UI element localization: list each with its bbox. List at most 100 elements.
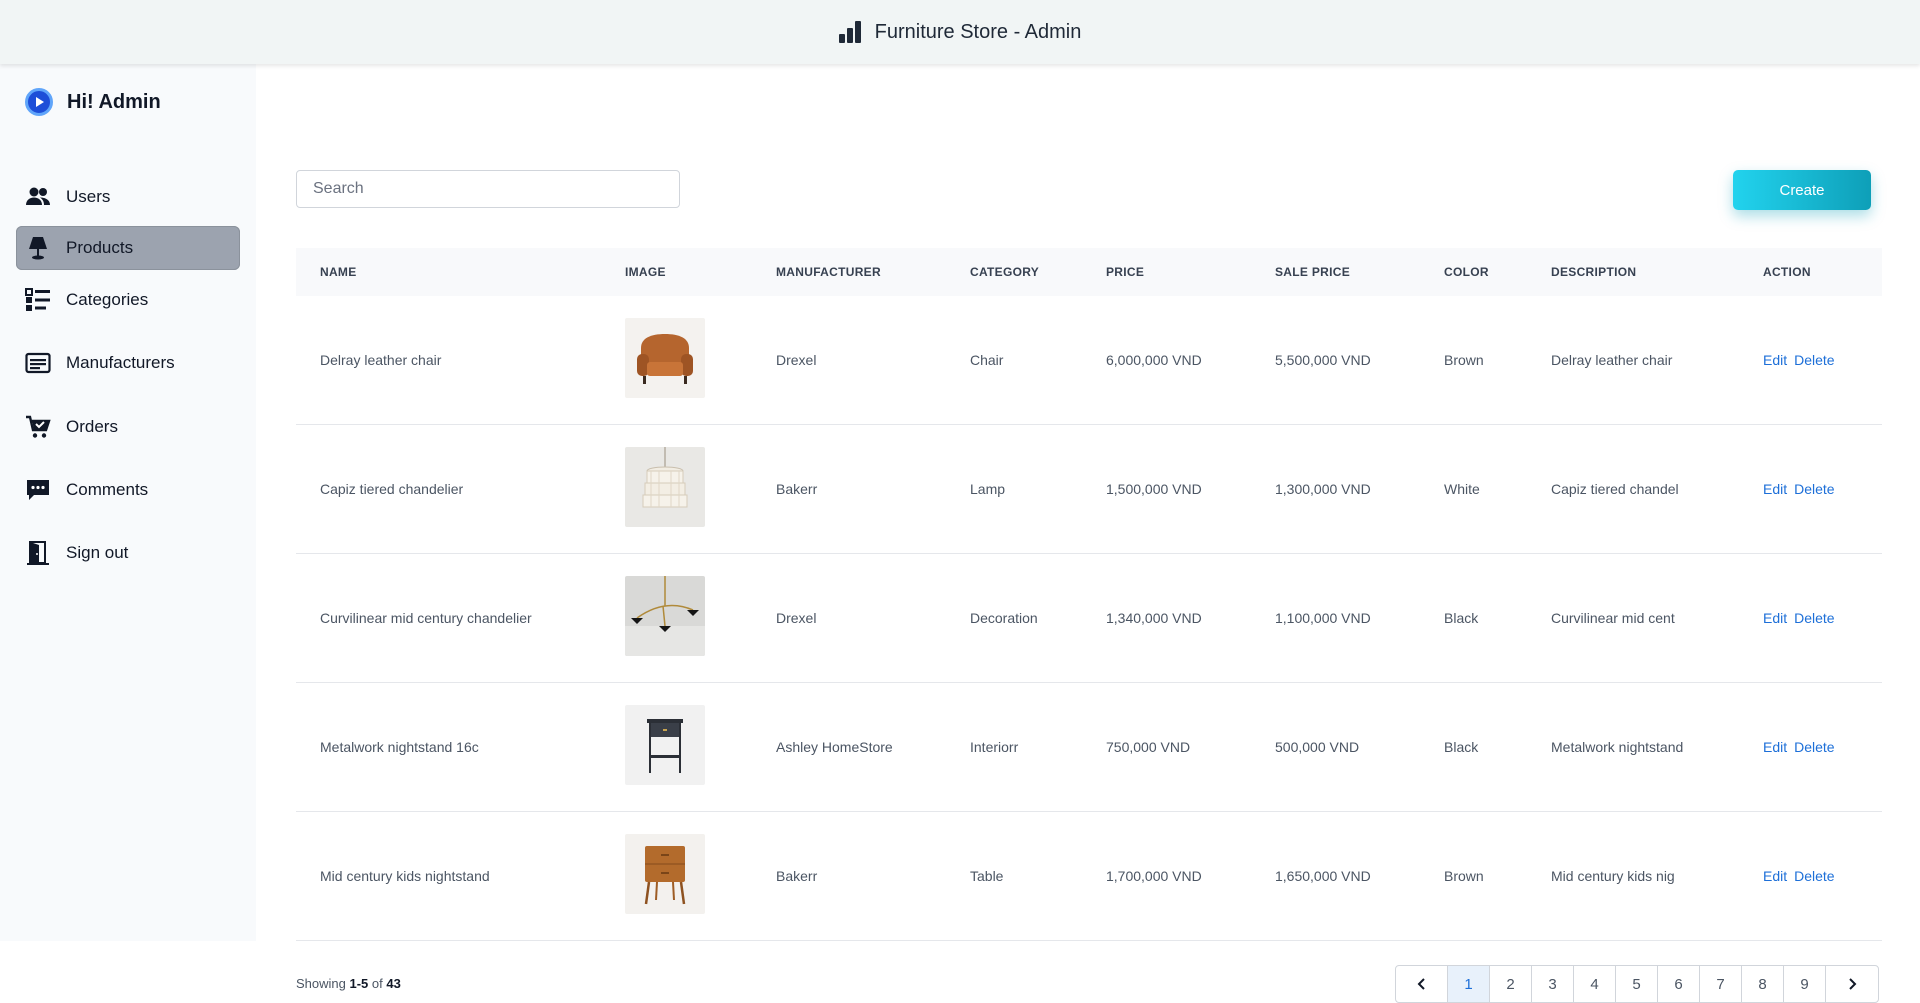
edit-link[interactable]: Edit [1763, 352, 1787, 368]
row-actions: Edit Delete [1763, 868, 1873, 884]
product-manufacturer: Bakerr [776, 868, 818, 884]
chevron-right-icon [1849, 978, 1857, 990]
sidebar-item-label: Comments [66, 480, 149, 499]
sidebar-item-label: Sign out [66, 543, 129, 562]
search-input[interactable] [296, 170, 680, 208]
edit-link[interactable]: Edit [1763, 610, 1787, 626]
page-button-1[interactable]: 1 [1448, 966, 1490, 1002]
app-title: Furniture Store - Admin [874, 20, 1082, 43]
table-row: Delray leather chair Drexel Chair 6,000,… [296, 296, 1882, 425]
delete-link[interactable]: Delete [1794, 739, 1834, 755]
delete-link[interactable]: Delete [1794, 352, 1834, 368]
sidebar-item-users[interactable]: Users [16, 175, 240, 219]
sidebar-item-manufacturers[interactable]: Manufacturers [16, 341, 240, 385]
product-name: Metalwork nightstand 16c [320, 739, 479, 755]
play-icon [25, 88, 53, 116]
showing-range: 1-5 [349, 976, 369, 991]
brown-leather-chair-image [625, 317, 705, 398]
product-manufacturer: Bakerr [776, 481, 818, 497]
product-name: Capiz tiered chandelier [320, 481, 464, 497]
column-header-color: COLOR [1444, 265, 1489, 279]
product-category: Chair [970, 352, 1004, 368]
sidebar-item-label: Manufacturers [66, 353, 175, 372]
card-icon [24, 349, 52, 377]
sidebar-item-categories[interactable]: Categories [16, 278, 240, 322]
sidebar-item-label: Users [66, 187, 111, 206]
edit-link[interactable]: Edit [1763, 868, 1787, 884]
product-description: Delray leather chair [1551, 352, 1673, 368]
sidebar-item-sign-out[interactable]: Sign out [16, 531, 240, 575]
table-row: Capiz tiered chandelier Bakerr Lamp 1,50… [296, 425, 1882, 554]
page-button-2[interactable]: 2 [1490, 966, 1532, 1002]
product-image [625, 446, 705, 532]
product-description: Metalwork nightstand [1551, 739, 1684, 755]
sidebar-item-comments[interactable]: Comments [16, 468, 240, 512]
sidebar: Hi! Admin Users Products Categories Manu… [0, 64, 256, 941]
page-button-7[interactable]: 7 [1700, 966, 1742, 1002]
product-manufacturer: Drexel [776, 352, 817, 368]
pagination: 1 2 3 4 5 6 7 8 9 [1395, 965, 1879, 1003]
sidebar-item-label: Products [66, 238, 134, 257]
product-name: Mid century kids nightstand [320, 868, 490, 884]
sidebar-item-products[interactable]: Products [16, 226, 240, 270]
previous-page-button[interactable] [1396, 966, 1448, 1002]
product-category: Decoration [970, 610, 1038, 626]
row-actions: Edit Delete [1763, 352, 1873, 368]
app-brand: Furniture Store - Admin [838, 20, 1082, 44]
column-header-price: PRICE [1106, 265, 1145, 279]
product-category: Interiorr [970, 739, 1019, 755]
product-sale-price: 1,650,000 VND [1275, 868, 1371, 884]
greeting-text: Hi! Admin [67, 90, 161, 113]
product-category: Table [970, 868, 1004, 884]
product-sale-price: 500,000 VND [1275, 739, 1360, 755]
sidebar-item-orders[interactable]: Orders [16, 405, 240, 449]
product-color: White [1444, 481, 1480, 497]
product-price: 6,000,000 VND [1106, 352, 1202, 368]
wood-nightstand-image [625, 833, 705, 914]
column-header-name: NAME [320, 265, 357, 279]
table-row: Mid century kids nightstand Bakerr Table… [296, 812, 1882, 941]
metal-nightstand-image [625, 704, 705, 785]
page-button-3[interactable]: 3 [1532, 966, 1574, 1002]
delete-link[interactable]: Delete [1794, 868, 1834, 884]
row-actions: Edit Delete [1763, 610, 1873, 626]
checklist-icon [24, 286, 52, 314]
row-actions: Edit Delete [1763, 739, 1873, 755]
column-header-description: DESCRIPTION [1551, 265, 1637, 279]
greeting: Hi! Admin [25, 88, 161, 116]
delete-link[interactable]: Delete [1794, 481, 1834, 497]
table-header: NAME IMAGE MANUFACTURER CATEGORY PRICE S… [296, 248, 1882, 296]
page-button-6[interactable]: 6 [1658, 966, 1700, 1002]
sidebar-item-label: Categories [66, 290, 149, 309]
product-color: Black [1444, 739, 1479, 755]
product-price: 1,340,000 VND [1106, 610, 1202, 626]
bar-chart-icon [838, 21, 861, 43]
capiz-chandelier-image [625, 446, 705, 527]
column-header-image: IMAGE [625, 265, 666, 279]
product-image [625, 575, 705, 661]
edit-link[interactable]: Edit [1763, 739, 1787, 755]
product-price: 1,700,000 VND [1106, 868, 1202, 884]
product-manufacturer: Ashley HomeStore [776, 739, 893, 755]
delete-link[interactable]: Delete [1794, 610, 1834, 626]
page-button-9[interactable]: 9 [1784, 966, 1826, 1002]
product-color: Brown [1444, 352, 1484, 368]
product-description: Capiz tiered chandel [1551, 481, 1679, 497]
next-page-button[interactable] [1826, 966, 1878, 1002]
users-icon [24, 183, 52, 211]
curvilinear-chandelier-image [625, 575, 705, 656]
create-button[interactable]: Create [1733, 170, 1871, 210]
product-name: Curvilinear mid century chandelier [320, 610, 532, 626]
table-row: Curvilinear mid century chandelier Drexe… [296, 554, 1882, 683]
page-button-8[interactable]: 8 [1742, 966, 1784, 1002]
product-name: Delray leather chair [320, 352, 442, 368]
chevron-left-icon [1417, 978, 1425, 990]
page-button-4[interactable]: 4 [1574, 966, 1616, 1002]
products-table: NAME IMAGE MANUFACTURER CATEGORY PRICE S… [296, 248, 1882, 941]
product-sale-price: 1,300,000 VND [1275, 481, 1371, 497]
page-button-5[interactable]: 5 [1616, 966, 1658, 1002]
product-image [625, 317, 705, 403]
edit-link[interactable]: Edit [1763, 481, 1787, 497]
column-header-action: ACTION [1763, 265, 1811, 279]
cart-icon [24, 413, 52, 441]
